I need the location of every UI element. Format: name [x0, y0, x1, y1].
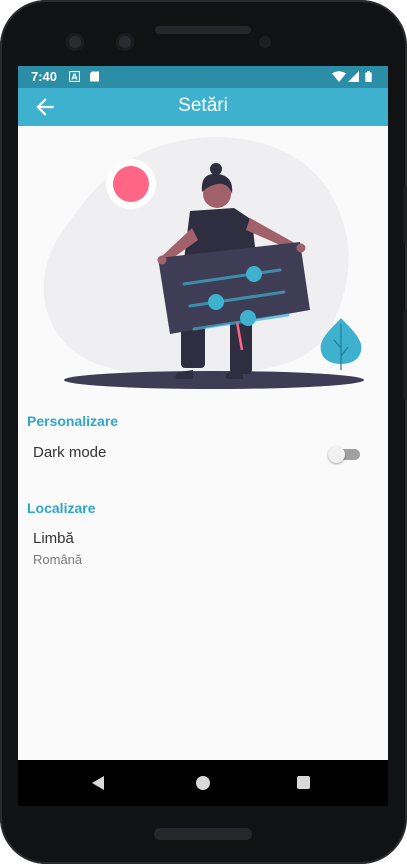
page-title: Setări [178, 95, 228, 116]
nav-back-icon[interactable] [92, 776, 104, 790]
proximity-sensor [259, 36, 271, 48]
front-camera-icon [116, 33, 134, 51]
phone-frame: 7:40 A Setări Personalizare Dark mode Lo… [0, 0, 407, 864]
person-hand-left [157, 255, 167, 265]
status-time: 7:40 [31, 69, 58, 84]
language-label[interactable]: Limbă [33, 530, 74, 547]
language-value: Română [33, 552, 83, 567]
settings-illustration [43, 137, 364, 389]
wifi-icon [332, 71, 346, 82]
status-bar: 7:40 A [18, 66, 388, 88]
slider-knob [208, 294, 224, 310]
person-hand-right [296, 243, 306, 253]
person-hair-bun [210, 163, 222, 175]
slider-knob [240, 310, 256, 326]
front-camera-icon [66, 33, 84, 51]
earpiece-speaker [155, 26, 251, 34]
bottom-speaker [154, 828, 252, 840]
a-notification-icon: A [69, 71, 80, 82]
nav-home-icon[interactable] [196, 776, 210, 790]
section-header-personalization: Personalizare [27, 413, 119, 429]
power-button [403, 310, 407, 400]
system-nav-bar [18, 760, 388, 806]
battery-icon [365, 71, 372, 82]
section-header-localization: Localizare [27, 500, 96, 516]
app-bar: Setări [18, 88, 388, 126]
screen: 7:40 A Setări Personalizare Dark mode Lo… [18, 66, 388, 806]
slider-knob [246, 266, 262, 282]
ground-shadow [64, 371, 364, 389]
pink-circle [113, 166, 149, 202]
dark-mode-label[interactable]: Dark mode [33, 444, 106, 461]
nav-recents-icon[interactable] [297, 776, 310, 789]
sd-card-icon [90, 71, 99, 82]
signal-icon [348, 71, 359, 82]
dark-mode-toggle[interactable] [328, 446, 360, 463]
svg-text:A: A [71, 73, 78, 82]
toggle-thumb [328, 446, 345, 463]
volume-button [403, 186, 407, 244]
